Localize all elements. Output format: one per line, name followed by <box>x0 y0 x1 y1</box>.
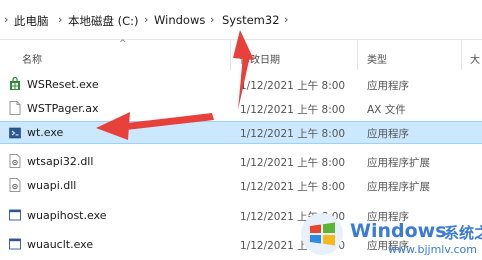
column-divider[interactable] <box>230 40 231 70</box>
chevron-right-icon[interactable]: › <box>58 13 62 26</box>
windows-logo-icon <box>301 213 343 255</box>
file-type: 应用程序扩展 <box>367 157 430 169</box>
file-row-wuapi[interactable]: wuapi.dll 1/12/2021 上午 8:00 应用程序扩展 <box>0 174 482 197</box>
file-date: 1/12/2021 上午 8:00 <box>240 80 346 92</box>
file-type: AX 文件 <box>367 104 406 116</box>
file-row-wtsapi32[interactable]: wtsapi32.dll 1/12/2021 上午 8:00 应用程序扩展 <box>0 150 482 173</box>
exe-icon <box>9 209 21 221</box>
column-header-row: 名称 修改日期 类型 大 <box>0 40 482 70</box>
chevron-right-icon[interactable]: › <box>4 13 8 26</box>
watermark-brand: Windows <box>350 220 447 242</box>
file-row-wsreset[interactable]: WSReset.exe 1/12/2021 上午 8:00 应用程序 <box>0 73 482 96</box>
column-header-type[interactable]: 类型 <box>367 51 387 66</box>
file-name[interactable]: wuapihost.exe <box>27 209 107 222</box>
column-header-date[interactable]: 修改日期 <box>240 51 280 66</box>
wsreset-icon <box>10 77 20 90</box>
breadcrumb-item-local-disk[interactable]: 本地磁盘 (C:) <box>68 13 139 29</box>
column-header-name[interactable]: 名称 <box>22 51 42 66</box>
file-type: 应用程序 <box>367 128 409 140</box>
sort-ascending-icon: ^ <box>119 39 127 49</box>
file-row-wt[interactable]: wt.exe 1/12/2021 上午 8:00 应用程序 <box>0 121 482 144</box>
file-type: 应用程序扩展 <box>367 181 430 193</box>
file-date: 1/12/2021 上午 8:00 <box>240 157 346 169</box>
file-date: 1/12/2021 上午 8:00 <box>240 104 346 116</box>
file-name[interactable]: wt.exe <box>27 126 63 139</box>
file-name[interactable]: wtsapi32.dll <box>27 155 93 168</box>
terminal-icon <box>9 127 21 139</box>
file-date: 1/12/2021 上午 8:00 <box>240 128 346 140</box>
dll-icon <box>9 154 21 168</box>
exe-icon <box>9 238 21 250</box>
chevron-right-icon[interactable]: › <box>144 13 148 26</box>
column-header-size[interactable]: 大 <box>470 51 480 66</box>
column-divider[interactable] <box>357 40 358 70</box>
chevron-right-icon[interactable]: › <box>210 13 214 26</box>
breadcrumb-item-windows[interactable]: Windows <box>154 13 205 27</box>
watermark-site-name: 系统之家 <box>444 224 482 242</box>
file-type: 应用程序 <box>367 80 409 92</box>
watermark: Windows 系统之家 www.bjjmlv.com <box>296 208 482 260</box>
file-name[interactable]: wuauclt.exe <box>27 238 93 251</box>
column-divider[interactable] <box>461 40 462 70</box>
address-bar[interactable]: › 此电脑 › 本地磁盘 (C:) › Windows › System32 › <box>0 0 482 40</box>
chevron-right-icon[interactable]: › <box>284 13 288 26</box>
file-row-wstpager[interactable]: WSTPager.ax 1/12/2021 上午 8:00 AX 文件 <box>0 97 482 120</box>
breadcrumb-item-this-pc[interactable]: 此电脑 <box>14 13 49 29</box>
file-name[interactable]: WSTPager.ax <box>27 102 98 115</box>
file-date: 1/12/2021 上午 8:00 <box>240 181 346 193</box>
file-name[interactable]: WSReset.exe <box>27 78 99 91</box>
file-icon <box>9 101 21 115</box>
watermark-url: www.bjjmlv.com <box>388 243 477 256</box>
breadcrumb-item-system32[interactable]: System32 <box>222 13 280 27</box>
dll-icon <box>9 178 21 192</box>
file-name[interactable]: wuapi.dll <box>27 179 76 192</box>
